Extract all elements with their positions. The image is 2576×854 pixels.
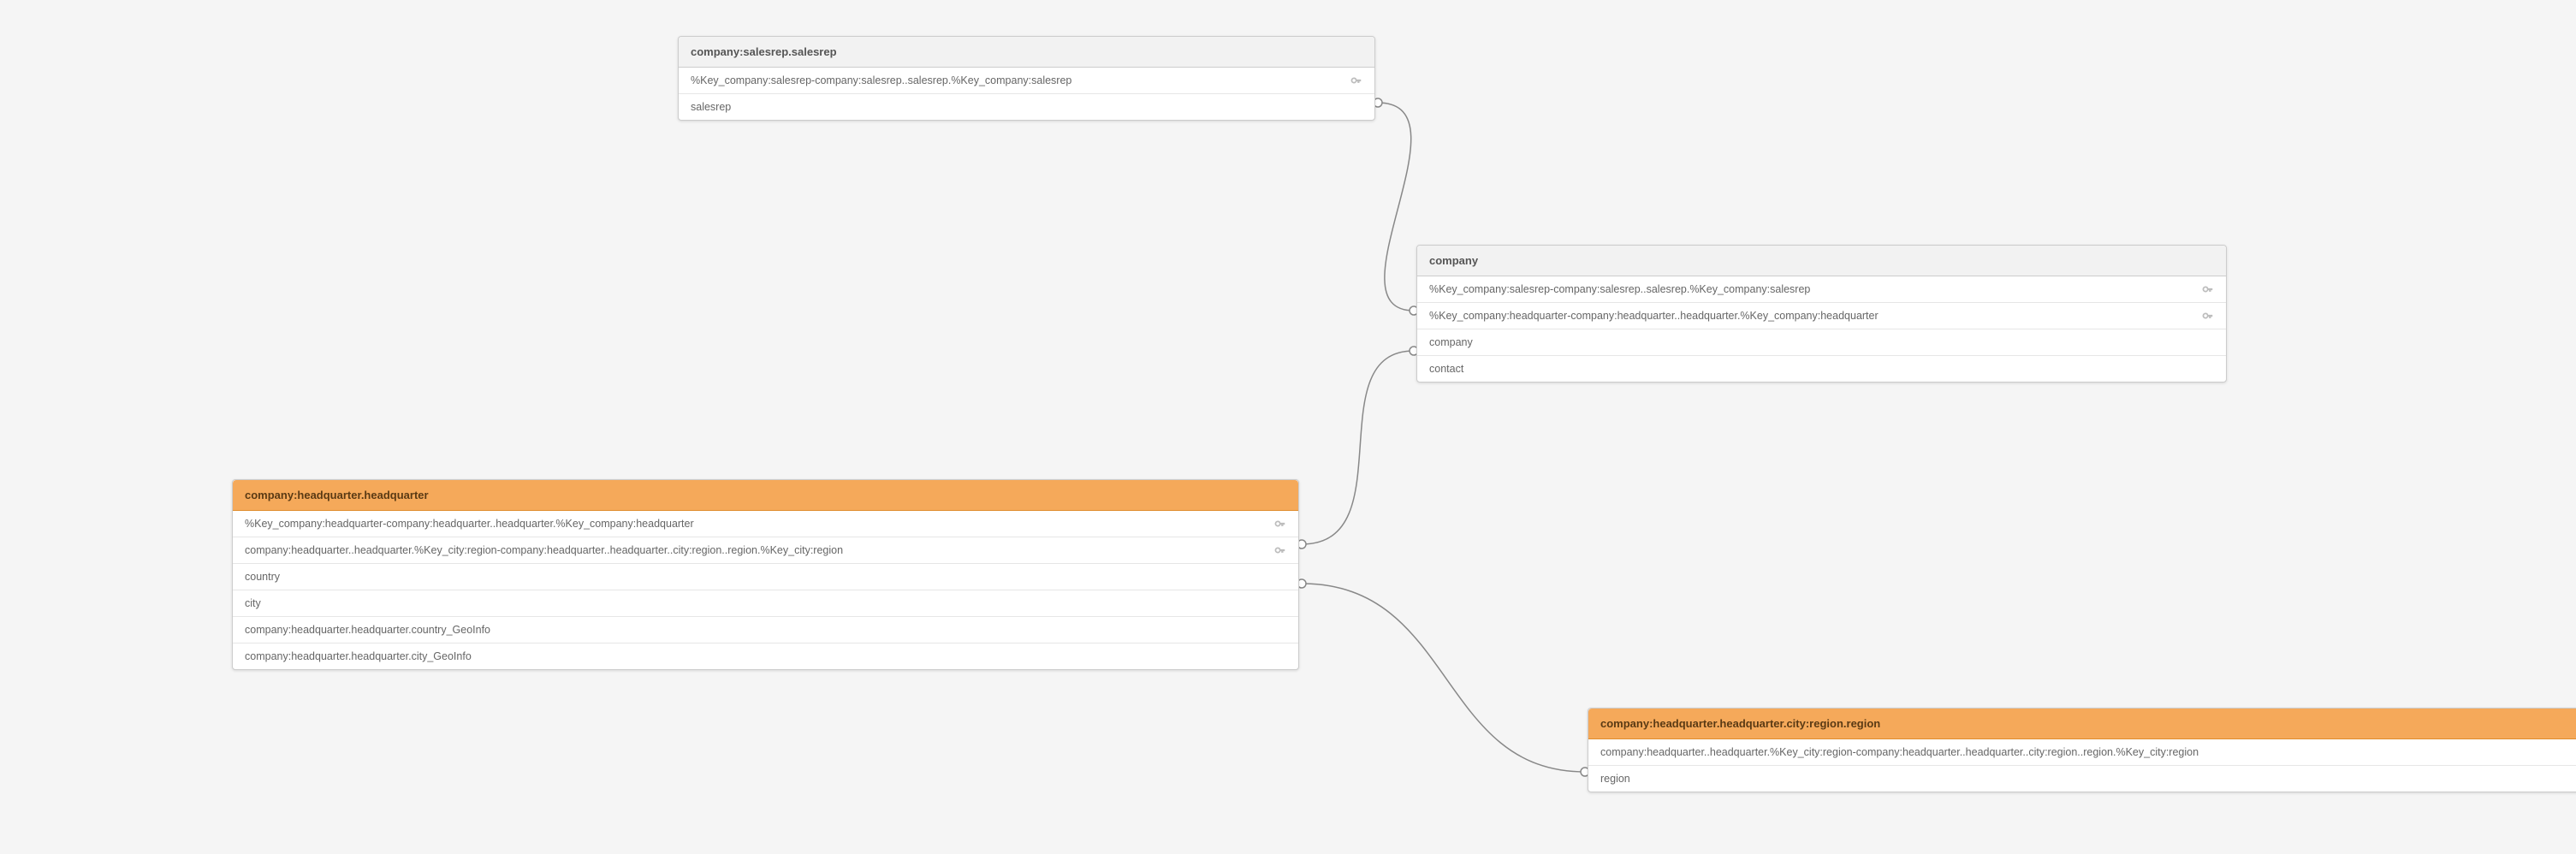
table-salesrep-title: company:salesrep.salesrep (691, 45, 837, 58)
table-company-header[interactable]: company (1417, 246, 2226, 276)
field-label: company (1429, 336, 2214, 348)
table-row[interactable]: %Key_company:salesrep-company:salesrep..… (679, 68, 1374, 94)
table-row[interactable]: contact (1417, 356, 2226, 382)
table-row[interactable]: company:headquarter.headquarter.city_Geo… (233, 643, 1298, 669)
table-region-title: company:headquarter.headquarter.city:reg… (1600, 717, 1880, 730)
table-region-header[interactable]: company:headquarter.headquarter.city:reg… (1588, 709, 2576, 739)
table-row[interactable]: country (233, 564, 1298, 590)
table-row[interactable]: region (1588, 766, 2576, 792)
table-company-title: company (1429, 254, 1478, 267)
field-label: country (245, 571, 1286, 583)
table-company[interactable]: company %Key_company:salesrep-company:sa… (1416, 245, 2227, 383)
field-label: %Key_company:headquarter-company:headqua… (245, 518, 1274, 530)
field-label: contact (1429, 363, 2214, 375)
field-label: region (1600, 773, 2576, 785)
table-row[interactable]: company:headquarter..headquarter.%Key_ci… (233, 537, 1298, 564)
table-row[interactable]: %Key_company:headquarter-company:headqua… (1417, 303, 2226, 329)
table-region[interactable]: company:headquarter.headquarter.city:reg… (1588, 708, 2576, 792)
table-headquarter-title: company:headquarter.headquarter (245, 489, 429, 501)
table-row[interactable]: %Key_company:headquarter-company:headqua… (233, 511, 1298, 537)
table-salesrep-header[interactable]: company:salesrep.salesrep (679, 37, 1374, 68)
key-icon (1274, 544, 1286, 556)
field-label: city (245, 597, 1286, 609)
key-icon (2202, 283, 2214, 295)
field-label: company:headquarter.headquarter.city_Geo… (245, 650, 1286, 662)
table-headquarter[interactable]: company:headquarter.headquarter %Key_com… (232, 479, 1299, 670)
table-row[interactable]: %Key_company:salesrep-company:salesrep..… (1417, 276, 2226, 303)
field-label: company:headquarter..headquarter.%Key_ci… (245, 544, 1274, 556)
key-icon (1350, 74, 1362, 86)
table-headquarter-header[interactable]: company:headquarter.headquarter (233, 480, 1298, 511)
field-label: %Key_company:salesrep-company:salesrep..… (691, 74, 1350, 86)
table-row[interactable]: company:headquarter.headquarter.country_… (233, 617, 1298, 643)
table-row[interactable]: company (1417, 329, 2226, 356)
table-salesrep[interactable]: company:salesrep.salesrep %Key_company:s… (678, 36, 1375, 121)
key-icon (1274, 518, 1286, 530)
field-label: %Key_company:headquarter-company:headqua… (1429, 310, 2202, 322)
key-icon (2202, 310, 2214, 322)
field-label: salesrep (691, 101, 1362, 113)
field-label: %Key_company:salesrep-company:salesrep..… (1429, 283, 2202, 295)
table-row[interactable]: city (233, 590, 1298, 617)
field-label: company:headquarter..headquarter.%Key_ci… (1600, 746, 2576, 758)
field-label: company:headquarter.headquarter.country_… (245, 624, 1286, 636)
table-row[interactable]: salesrep (679, 94, 1374, 120)
table-row[interactable]: company:headquarter..headquarter.%Key_ci… (1588, 739, 2576, 766)
